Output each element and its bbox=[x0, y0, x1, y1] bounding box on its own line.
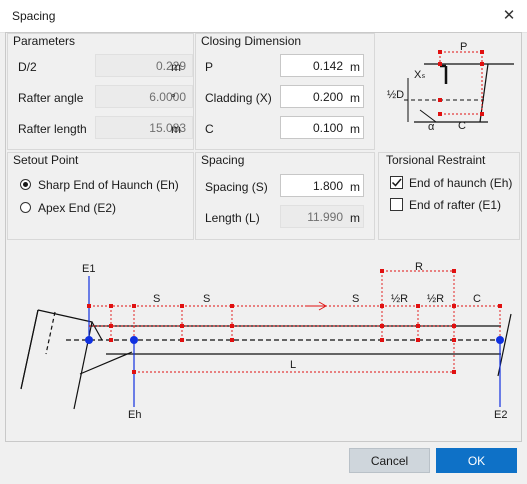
rafter-angle-unit: ° bbox=[171, 91, 176, 105]
half-r-label-2: ½R bbox=[427, 293, 444, 305]
checkmark-icon bbox=[391, 178, 402, 187]
rafter-length-unit: m bbox=[171, 122, 181, 136]
radio-apex-end-label[interactable]: Apex End (E2) bbox=[38, 201, 116, 215]
p-label: P bbox=[205, 60, 214, 74]
l-dim-label: L bbox=[290, 359, 296, 371]
rafter-angle-label: Rafter angle bbox=[18, 91, 84, 105]
radio-apex-end[interactable] bbox=[20, 202, 31, 213]
spacing-s-label: Spacing (S) bbox=[205, 180, 268, 194]
half-r-label-1: ½R bbox=[391, 293, 408, 305]
cancel-button[interactable]: Cancel bbox=[349, 448, 430, 473]
diagram-alpha-label: α bbox=[428, 121, 435, 130]
e2-label: E2 bbox=[494, 409, 507, 421]
rafter-length-label: Rafter length bbox=[18, 122, 87, 136]
s-label-2: S bbox=[203, 293, 210, 305]
diagram-c-label: C bbox=[458, 120, 466, 130]
diagram-p-label: P bbox=[460, 41, 467, 53]
s-label-1: S bbox=[153, 293, 160, 305]
e1-label: E1 bbox=[82, 263, 95, 275]
radio-sharp-end[interactable] bbox=[20, 179, 31, 190]
checkbox-end-of-haunch-label[interactable]: End of haunch (Eh) bbox=[409, 176, 512, 190]
checkbox-end-of-haunch[interactable] bbox=[390, 176, 403, 189]
d-half-label: D/2 bbox=[18, 60, 37, 74]
c-unit: m bbox=[350, 122, 360, 136]
torsional-restraint-title: Torsional Restraint bbox=[386, 153, 486, 167]
cladding-unit: m bbox=[350, 91, 360, 105]
spacing-title: Spacing bbox=[201, 153, 245, 167]
length-l-unit: m bbox=[350, 211, 360, 225]
c-dim-label: C bbox=[473, 293, 481, 305]
ok-button[interactable]: OK bbox=[436, 448, 517, 473]
p-unit: m bbox=[350, 60, 360, 74]
radio-selected-dot bbox=[23, 182, 28, 187]
close-icon[interactable]: ✕ bbox=[497, 6, 521, 26]
spacing-s-unit: m bbox=[350, 180, 360, 194]
radio-sharp-end-label[interactable]: Sharp End of Haunch (Eh) bbox=[38, 178, 179, 192]
rafter-angle-field: 6.0000 bbox=[95, 85, 193, 108]
window-title: Spacing bbox=[12, 9, 56, 23]
diagram-half-d-label: ½D bbox=[387, 89, 404, 101]
c-label: C bbox=[205, 122, 214, 136]
parameters-title: Parameters bbox=[13, 34, 76, 48]
eh-label: Eh bbox=[128, 409, 141, 421]
checkbox-end-of-rafter-label[interactable]: End of rafter (E1) bbox=[409, 198, 501, 212]
s-label-3: S bbox=[352, 293, 359, 305]
closing-dimension-title: Closing Dimension bbox=[201, 34, 302, 48]
closing-dimension-diagram: P Xₛ ½D α C bbox=[387, 41, 514, 130]
r-label: R bbox=[415, 261, 423, 273]
title-bar: Spacing ✕ bbox=[0, 0, 527, 33]
diagram-xs-label: Xₛ bbox=[414, 69, 425, 81]
setout-point-title: Setout Point bbox=[13, 153, 79, 167]
checkbox-end-of-rafter[interactable] bbox=[390, 198, 403, 211]
spacing-diagram: E1 Eh E2 R S S S ½R ½R C L bbox=[20, 261, 512, 421]
d-half-unit: m bbox=[171, 60, 181, 74]
length-l-label: Length (L) bbox=[205, 211, 260, 225]
cladding-label: Cladding (X) bbox=[205, 91, 272, 105]
